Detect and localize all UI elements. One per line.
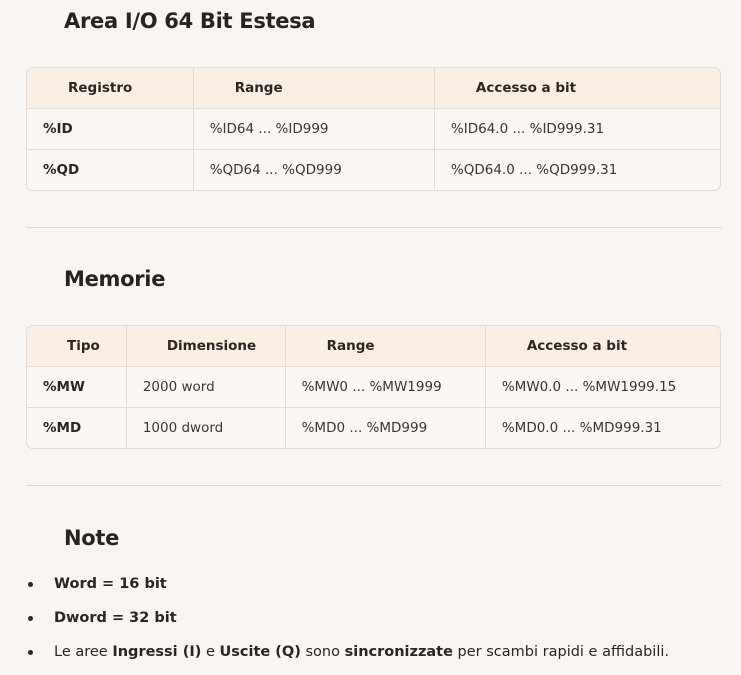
memory-section-title: Memorie bbox=[64, 267, 166, 291]
register-cell: %QD bbox=[27, 150, 194, 190]
note-word-size: Word = 16 bit bbox=[54, 576, 167, 592]
column-header-registro: Registro bbox=[27, 68, 194, 109]
range-cell: %MD0 ... %MD999 bbox=[286, 408, 486, 448]
note-text: sono bbox=[300, 644, 345, 660]
list-item: Le aree Ingressi (I) e Uscite (Q) sono s… bbox=[0, 638, 669, 672]
register-cell: %ID bbox=[27, 109, 194, 150]
note-emphasis: Uscite (Q) bbox=[219, 644, 301, 660]
table-header-row: Registro Range Accesso a bit bbox=[27, 68, 720, 109]
page: Area I/O 64 Bit Estesa Registro Range Ac… bbox=[0, 0, 741, 675]
notes-list: Word = 16 bit Dword = 32 bit Le aree Ing… bbox=[0, 570, 669, 672]
table-row: %MW 2000 word %MW0 ... %MW1999 %MW0.0 ..… bbox=[27, 367, 720, 408]
table-header-row: Tipo Dimensione Range Accesso a bit bbox=[27, 326, 720, 367]
table-row: %ID %ID64 ... %ID999 %ID64.0 ... %ID999.… bbox=[27, 109, 720, 150]
column-header-tipo: Tipo bbox=[27, 326, 127, 367]
range-cell: %MW0 ... %MW1999 bbox=[285, 367, 486, 408]
list-item: Word = 16 bit bbox=[0, 570, 669, 604]
section-divider bbox=[26, 227, 721, 228]
note-emphasis: Ingressi (I) bbox=[112, 644, 202, 660]
type-cell: %MW bbox=[27, 367, 127, 408]
range-cell: %QD64 ... %QD999 bbox=[194, 150, 435, 190]
size-cell: 1000 dword bbox=[127, 408, 286, 448]
io-section-title: Area I/O 64 Bit Estesa bbox=[64, 9, 316, 33]
column-header-bit-access: Accesso a bit bbox=[485, 326, 720, 367]
bit-access-cell: %MD0.0 ... %MD999.31 bbox=[501, 420, 662, 436]
column-header-range: Range bbox=[193, 68, 435, 109]
memory-table: Tipo Dimensione Range Accesso a bit %MW … bbox=[26, 325, 721, 449]
type-cell: %MD bbox=[27, 408, 127, 448]
note-dword-size: Dword = 32 bit bbox=[54, 610, 177, 626]
size-cell: 2000 word bbox=[126, 367, 286, 408]
io-table: Registro Range Accesso a bit %ID %ID64 .… bbox=[26, 67, 721, 191]
bit-access-cell: %ID64.0 ... %ID999.31 bbox=[434, 109, 720, 150]
note-text: e bbox=[201, 644, 220, 660]
column-header-range: Range bbox=[285, 326, 486, 367]
notes-section-title: Note bbox=[64, 526, 120, 550]
column-header-bit-access: Accesso a bit bbox=[434, 68, 720, 109]
table-row: %QD %QD64 ... %QD999 %QD64.0 ... %QD999.… bbox=[27, 150, 720, 190]
range-cell: %ID64 ... %ID999 bbox=[193, 109, 435, 150]
note-text: Le aree bbox=[54, 644, 113, 660]
section-divider bbox=[26, 485, 721, 486]
note-text: per scambi rapidi e affidabili. bbox=[452, 644, 669, 660]
list-item: Dword = 32 bit bbox=[0, 604, 669, 638]
bit-access-cell: %MW0.0 ... %MW1999.15 bbox=[485, 367, 720, 408]
column-header-dimensione: Dimensione bbox=[126, 326, 286, 367]
note-emphasis: sincronizzate bbox=[344, 644, 453, 660]
table-row: %MD 1000 dword %MD0 ... %MD999 %MD0.0 ..… bbox=[27, 408, 720, 448]
bit-access-cell: %QD64.0 ... %QD999.31 bbox=[450, 162, 618, 178]
